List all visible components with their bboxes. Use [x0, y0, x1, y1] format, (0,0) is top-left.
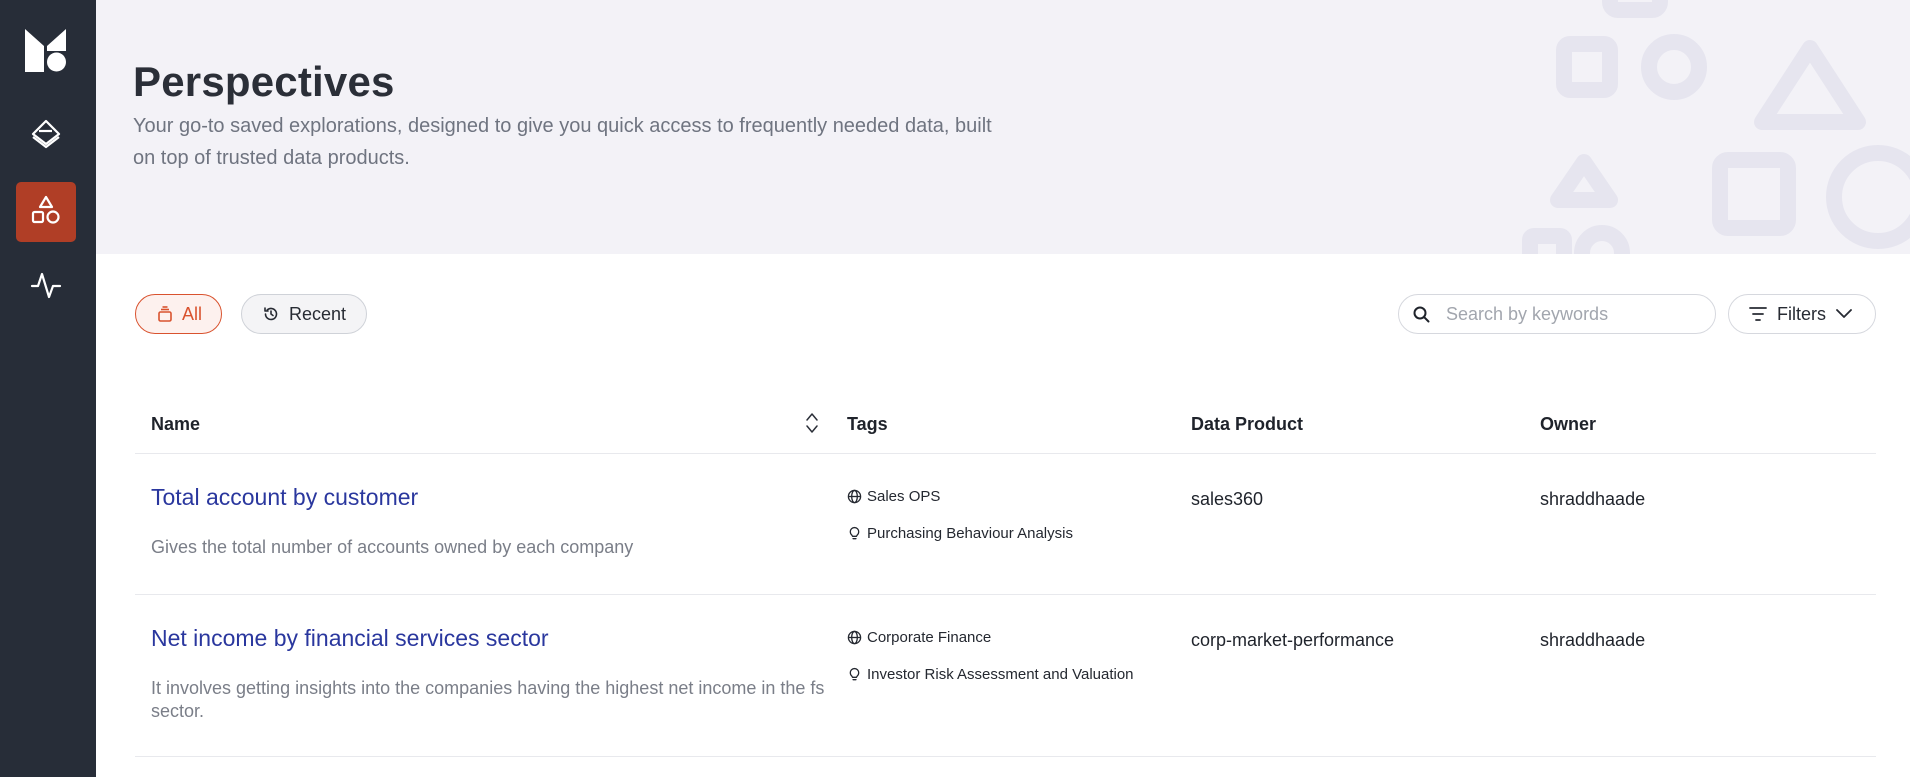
column-header-name[interactable]: Name — [151, 414, 200, 435]
tag-use-case: Purchasing Behaviour Analysis — [847, 525, 1073, 542]
data-product-value: sales360 — [1191, 489, 1264, 509]
tab-all-label: All — [182, 303, 203, 324]
owner-value: shraddhaade — [1540, 489, 1646, 509]
sidebar-item-perspectives[interactable] — [16, 182, 76, 242]
chevron-down-icon — [1836, 309, 1852, 319]
sort-icon[interactable] — [805, 412, 819, 439]
page-subtitle: Your go-to saved explorations, designed … — [133, 115, 992, 169]
search-box — [1398, 294, 1716, 334]
owner-value: shraddhaade — [1540, 630, 1646, 650]
tag-use-case: Investor Risk Assessment and Valuation — [847, 666, 1134, 683]
lightbulb-icon — [849, 667, 860, 681]
filters-label: Filters — [1777, 303, 1826, 324]
globe-icon — [847, 630, 862, 645]
sidebar — [0, 0, 96, 777]
sidebar-item-metrics[interactable] — [16, 257, 76, 317]
search-input[interactable] — [1444, 302, 1698, 326]
page-title: Perspectives — [133, 58, 395, 105]
tag-label: Investor Risk Assessment and Valuation — [867, 666, 1134, 683]
column-header-tags: Tags — [847, 414, 888, 434]
perspective-description: Gives the total number of accounts owned… — [151, 537, 634, 557]
column-header-data-product: Data Product — [1191, 414, 1304, 434]
tag-label: Corporate Finance — [867, 629, 992, 646]
table-row[interactable]: Net income by financial services sector … — [135, 595, 1876, 757]
stack-icon — [158, 306, 172, 322]
perspectives-table: Name Tags Data Product Owner Total accou… — [135, 400, 1876, 757]
filters-button[interactable]: Filters — [1728, 294, 1876, 334]
column-header-owner: Owner — [1540, 414, 1597, 434]
tab-recent[interactable]: Recent — [241, 294, 367, 334]
shapes-icon — [30, 194, 62, 231]
brand-logo[interactable] — [25, 29, 66, 72]
lightbulb-icon — [849, 526, 860, 540]
search-icon — [1413, 306, 1430, 323]
tag-domain: Corporate Finance — [847, 629, 991, 646]
perspective-description: It involves getting insights into the co… — [151, 678, 825, 721]
tab-recent-label: Recent — [289, 303, 347, 324]
tag-label: Sales OPS — [867, 488, 941, 505]
filter-icon — [1749, 306, 1767, 322]
sidebar-item-data-products[interactable] — [16, 106, 76, 166]
globe-icon — [847, 489, 862, 504]
tab-all[interactable]: All — [135, 294, 222, 334]
perspective-name-link[interactable]: Net income by financial services sector — [151, 625, 549, 652]
table-header: Name Tags Data Product Owner — [135, 400, 1876, 454]
data-product-value: corp-market-performance — [1191, 630, 1395, 650]
activity-icon — [30, 269, 62, 306]
history-icon — [263, 306, 279, 322]
layers-diamond-icon — [30, 118, 62, 155]
tag-domain: Sales OPS — [847, 488, 940, 505]
table-row[interactable]: Total account by customer Gives the tota… — [135, 454, 1876, 595]
tag-label: Purchasing Behaviour Analysis — [867, 525, 1073, 542]
perspective-name-link[interactable]: Total account by customer — [151, 484, 418, 511]
